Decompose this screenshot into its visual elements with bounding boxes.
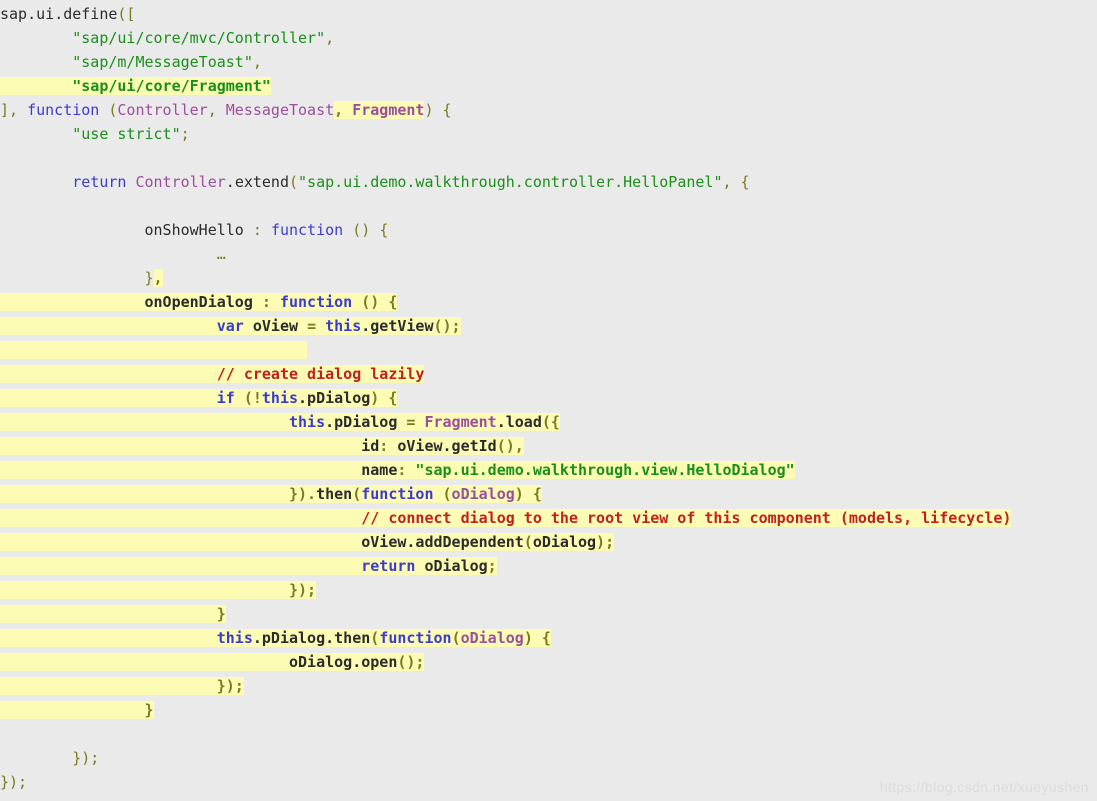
code-editor-canvas: sap.ui.define([ "sap/ui/core/mvc/Control…	[0, 0, 1097, 801]
watermark-text: https://blog.csdn.net/xueyushen	[879, 779, 1089, 795]
code-line: // connect dialog to the root view of th…	[0, 506, 1097, 530]
code-line: return oDialog;	[0, 554, 1097, 578]
code-line: "sap/ui/core/Fragment"	[0, 74, 1097, 98]
code-line: return Controller.extend("sap.ui.demo.wa…	[72, 173, 750, 191]
code-line: });	[72, 749, 100, 767]
code-line: sap.ui.define([	[0, 5, 136, 23]
code-line: }).then(function (oDialog) {	[0, 482, 1097, 506]
code-line: var oView = this.getView();	[0, 314, 1097, 338]
code-line: });	[0, 578, 1097, 602]
code-line: onOpenDialog : function () {	[0, 290, 1097, 314]
code-line: },	[144, 269, 163, 287]
code-line: "use strict";	[72, 125, 190, 143]
code-line: this.pDialog = Fragment.load({	[0, 410, 1097, 434]
code-line: "sap/ui/core/mvc/Controller",	[72, 29, 335, 47]
code-line: onShowHello : function () {	[0, 221, 389, 239]
code-line: oDialog.open();	[0, 650, 1097, 674]
code-line: name: "sap.ui.demo.walkthrough.view.Hell…	[0, 458, 1097, 482]
code-lines: sap.ui.define([ "sap/ui/core/mvc/Control…	[0, 2, 1097, 794]
code-line: ], function (Controller, MessageToast, F…	[0, 101, 452, 119]
code-line: }	[0, 698, 1097, 722]
code-line: }	[0, 602, 1097, 626]
code-line: …	[216, 245, 226, 263]
code-line: if (!this.pDialog) {	[0, 386, 1097, 410]
code-line: id: oView.getId(),	[0, 434, 1097, 458]
code-line: });	[0, 674, 1097, 698]
code-line: oView.addDependent(oDialog);	[0, 530, 1097, 554]
code-line: "sap/m/MessageToast",	[72, 53, 262, 71]
code-line: // create dialog lazily	[0, 362, 1097, 386]
code-line: this.pDialog.then(function(oDialog) {	[0, 626, 1097, 650]
code-line	[0, 338, 1097, 362]
